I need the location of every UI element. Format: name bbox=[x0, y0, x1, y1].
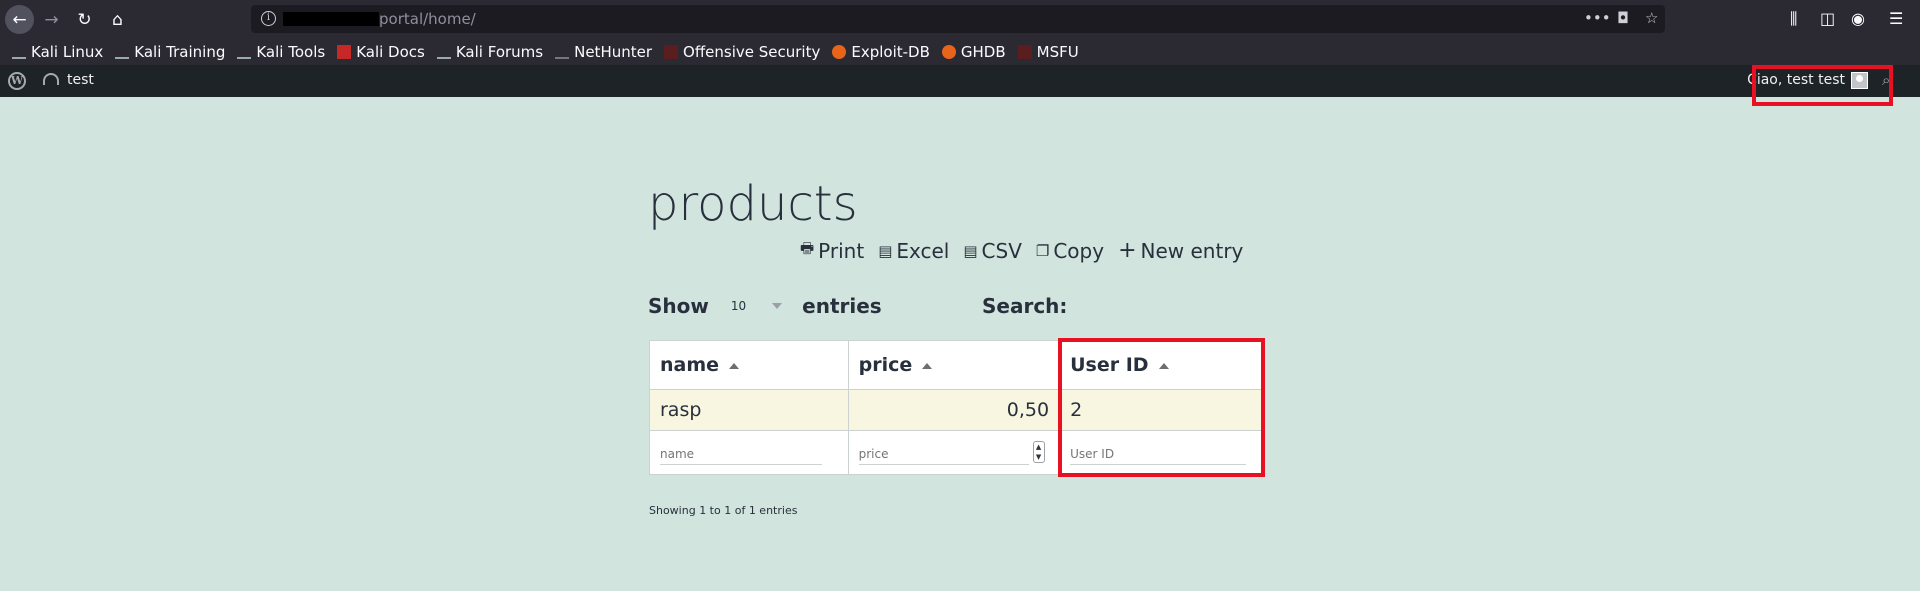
bookmark-item[interactable]: Kali Forums bbox=[436, 43, 543, 61]
bookmark-item[interactable]: MSFU bbox=[1017, 43, 1079, 61]
cell-price: 0,50 bbox=[847, 389, 1061, 431]
site-name-link[interactable]: test bbox=[67, 72, 94, 88]
search-label: Search: bbox=[982, 294, 1068, 318]
printer-icon: 🖶 bbox=[800, 239, 815, 257]
account-icon[interactable]: ◉ bbox=[1851, 9, 1865, 28]
products-table: name price User ID rasp 0,50 2 ▲▼ bbox=[649, 340, 1262, 475]
bookmark-item[interactable]: Kali Tools bbox=[237, 43, 325, 61]
filter-cell-price: ▲▼ bbox=[847, 430, 1061, 475]
excel-button[interactable]: ▤ Excel bbox=[878, 238, 949, 263]
bookmark-star-icon[interactable]: ☆ bbox=[1645, 9, 1658, 27]
bookmark-item[interactable]: NetHunter bbox=[555, 43, 652, 61]
kali-docs-icon bbox=[337, 44, 352, 59]
table-header-row: name price User ID bbox=[649, 340, 1262, 390]
back-button[interactable]: ← bbox=[5, 5, 34, 34]
user-id-filter-input[interactable] bbox=[1070, 443, 1247, 465]
table-info: Showing 1 to 1 of 1 entries bbox=[649, 504, 798, 517]
cell-name: rasp bbox=[649, 389, 849, 431]
kali-dragon-icon bbox=[115, 45, 130, 59]
table-buttons: 🖶 Print ▤ Excel ▤ CSV ❐ Copy + New entry bbox=[800, 238, 1243, 263]
info-icon[interactable]: i bbox=[261, 11, 276, 26]
column-header-name[interactable]: name bbox=[649, 340, 849, 390]
copy-button[interactable]: ❐ Copy bbox=[1036, 238, 1104, 263]
filter-cell-user-id bbox=[1059, 430, 1262, 475]
filter-cell-name bbox=[649, 430, 849, 475]
number-stepper[interactable]: ▲ ▼ bbox=[1032, 441, 1045, 463]
msfu-icon bbox=[1017, 44, 1032, 59]
url-bar[interactable]: i portal/home/ ••• ◘ ☆ bbox=[251, 5, 1665, 33]
ghdb-icon bbox=[941, 44, 956, 59]
length-control: Show 10 entries bbox=[648, 294, 882, 318]
url-redaction bbox=[283, 12, 379, 26]
excel-icon: ▤ bbox=[878, 241, 893, 260]
page-actions-icon[interactable]: ••• bbox=[1584, 9, 1611, 27]
entries-label: entries bbox=[802, 294, 882, 318]
menu-icon[interactable]: ☰ bbox=[1889, 9, 1903, 28]
search-icon[interactable]: ⌕ bbox=[1882, 71, 1890, 89]
pocket-icon[interactable]: ◘ bbox=[1617, 9, 1629, 27]
page-title: products bbox=[648, 176, 858, 232]
chevron-down-icon bbox=[772, 303, 783, 309]
bookmark-item[interactable]: Exploit-DB bbox=[832, 43, 930, 61]
home-button[interactable]: ⌂ bbox=[103, 5, 132, 34]
length-value: 10 bbox=[730, 299, 747, 313]
sidebar-icon[interactable]: ◫ bbox=[1820, 9, 1835, 28]
bookmark-item[interactable]: Kali Docs bbox=[337, 43, 425, 61]
cell-user-id: 2 bbox=[1059, 389, 1262, 431]
wordpress-logo-icon[interactable]: W bbox=[8, 72, 26, 90]
sort-arrow-icon bbox=[729, 362, 740, 369]
offsec-icon bbox=[664, 44, 679, 59]
bookmarks-bar: Kali Linux Kali Training Kali Tools Kali… bbox=[0, 38, 1920, 65]
copy-icon: ❐ bbox=[1035, 241, 1050, 260]
kali-dragon-icon bbox=[12, 45, 26, 59]
avatar[interactable] bbox=[1851, 72, 1868, 89]
dashboard-icon[interactable] bbox=[43, 73, 59, 85]
csv-button[interactable]: ▤ CSV bbox=[963, 238, 1022, 263]
forward-button[interactable]: → bbox=[37, 5, 66, 34]
plus-icon: + bbox=[1118, 238, 1137, 263]
account-greeting[interactable]: Ciao, test test bbox=[1747, 72, 1845, 88]
bookmark-item[interactable]: Kali Training bbox=[115, 43, 225, 61]
sort-arrow-icon bbox=[922, 362, 933, 369]
new-entry-button[interactable]: + New entry bbox=[1118, 238, 1243, 263]
sort-arrow-icon bbox=[1158, 362, 1169, 369]
wp-admin-bar: W test Ciao, test test ⌕ bbox=[0, 65, 1920, 97]
nethunter-icon bbox=[555, 45, 570, 59]
exploit-db-icon bbox=[832, 44, 847, 59]
csv-icon: ▤ bbox=[963, 241, 978, 260]
reload-button[interactable]: ↻ bbox=[70, 5, 99, 34]
name-filter-input[interactable] bbox=[660, 443, 822, 465]
bookmark-item[interactable]: Kali Linux bbox=[12, 43, 103, 61]
price-filter-input[interactable] bbox=[858, 443, 1029, 465]
column-header-user-id[interactable]: User ID bbox=[1059, 340, 1262, 390]
kali-dragon-icon bbox=[436, 45, 451, 59]
column-header-price[interactable]: price bbox=[847, 340, 1061, 390]
bookmark-item[interactable]: Offensive Security bbox=[664, 43, 820, 61]
table-row[interactable]: rasp 0,50 2 bbox=[649, 389, 1262, 431]
url-text: portal/home/ bbox=[379, 10, 476, 28]
filter-row: ▲▼ bbox=[649, 430, 1262, 475]
show-label: Show bbox=[648, 294, 709, 318]
kali-dragon-icon bbox=[237, 45, 252, 59]
print-button[interactable]: 🖶 Print bbox=[800, 238, 864, 263]
bookmark-item[interactable]: GHDB bbox=[941, 43, 1006, 61]
entries-length-select[interactable]: 10 bbox=[730, 299, 783, 313]
library-icon[interactable]: ⫼ bbox=[1790, 9, 1797, 29]
browser-toolbar: ← → ↻ ⌂ i portal/home/ ••• ◘ ☆ ⫼ ◫ ◉ ☰ bbox=[0, 0, 1920, 38]
